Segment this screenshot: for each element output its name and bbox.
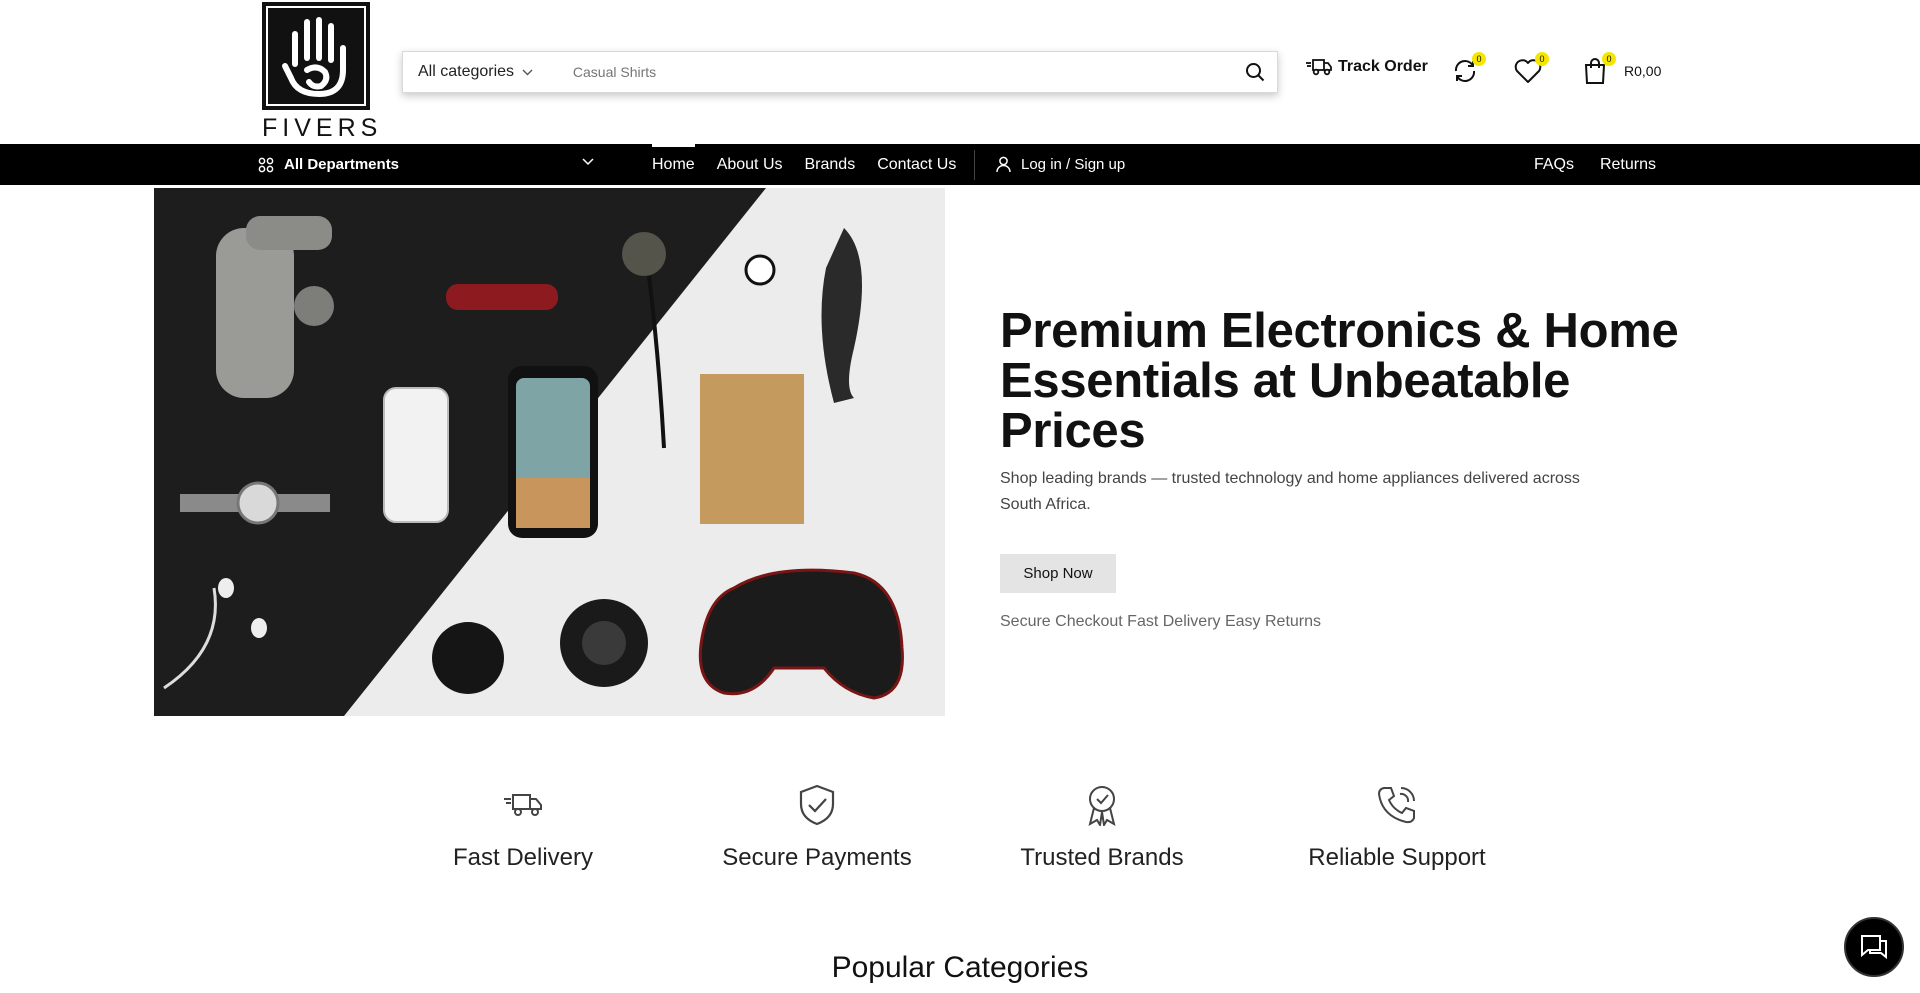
- login-signup-link[interactable]: Log in / Sign up: [996, 144, 1125, 185]
- feature-label: Reliable Support: [1308, 844, 1486, 871]
- cart-count-badge: 0: [1602, 52, 1616, 66]
- wishlist-count-badge: 0: [1535, 52, 1549, 66]
- hero-subtitle: Shop leading brands — trusted technology…: [1000, 470, 1580, 513]
- phone-icon: [1377, 787, 1415, 824]
- chat-icon: [1861, 935, 1887, 960]
- feature-trusted-brands: Trusted Brands: [982, 782, 1222, 872]
- cart-total[interactable]: R0,00: [1624, 63, 1661, 79]
- logo-hand-mark: [262, 2, 370, 110]
- category-select-label: All categories: [418, 63, 515, 80]
- nav-link-contact-us[interactable]: Contact Us: [877, 144, 956, 185]
- track-order-label: Track Order: [1338, 58, 1428, 75]
- award-ribbon-icon: [1088, 786, 1116, 826]
- hero-image: [154, 188, 945, 716]
- nav-link-faqs[interactable]: FAQs: [1534, 156, 1574, 174]
- nav-divider: [974, 150, 975, 180]
- secondary-nav: FAQs Returns: [1508, 144, 1656, 185]
- login-signup-label: Log in / Sign up: [1021, 156, 1126, 173]
- logo-wordmark: FIVERS: [262, 114, 383, 142]
- user-icon: [996, 156, 1011, 173]
- chevron-down-icon: [522, 69, 533, 75]
- search-button[interactable]: [1233, 52, 1277, 92]
- hero-trust-line: Secure Checkout Fast Delivery Easy Retur…: [1000, 613, 1322, 630]
- nav-link-about-us[interactable]: About Us: [717, 144, 783, 185]
- main-nav-bar: All Departments Home About Us Brands Con…: [0, 144, 1920, 185]
- nav-link-returns[interactable]: Returns: [1600, 156, 1656, 174]
- chevron-down-icon: [582, 158, 594, 166]
- cart-button[interactable]: 0: [1580, 52, 1616, 86]
- track-order-link[interactable]: Track Order: [1306, 58, 1428, 76]
- search-bar: All categories: [402, 51, 1278, 93]
- grid-icon: [258, 157, 274, 172]
- nav-link-home[interactable]: Home: [652, 144, 695, 185]
- feature-label: Fast Delivery: [452, 844, 594, 871]
- shop-now-button[interactable]: Shop Now: [1000, 554, 1116, 593]
- feature-secure-payments: Secure Payments: [697, 782, 937, 872]
- chat-widget-button[interactable]: [1844, 917, 1904, 977]
- feature-label: Trusted Brands: [1020, 844, 1184, 871]
- shield-check-icon: [799, 784, 835, 826]
- hero-title: Premium Electronics & Home Essentials at…: [1000, 304, 1679, 458]
- top-header: FIVERS All categories Track Order 0 0 0 …: [0, 0, 1920, 144]
- truck-icon: [1306, 59, 1332, 76]
- feature-reliable-support: Reliable Support: [1277, 782, 1517, 872]
- popular-categories-heading: Popular Categories: [831, 951, 1089, 984]
- category-select[interactable]: All categories: [403, 63, 555, 81]
- feature-fast-delivery: Fast Delivery: [403, 782, 643, 872]
- hero-content: Premium Electronics & Home Essentials at…: [1000, 306, 1680, 631]
- compare-button[interactable]: 0: [1450, 52, 1486, 86]
- all-departments-dropdown[interactable]: All Departments: [258, 144, 594, 185]
- feature-label: Secure Payments: [722, 844, 912, 871]
- all-departments-label: All Departments: [284, 156, 400, 173]
- nav-link-brands[interactable]: Brands: [805, 144, 856, 185]
- site-logo[interactable]: FIVERS: [262, 2, 377, 142]
- compare-count-badge: 0: [1472, 52, 1486, 66]
- primary-nav: Home About Us Brands Contact Us: [652, 144, 978, 185]
- search-icon: [1246, 63, 1265, 82]
- truck-icon: [504, 794, 542, 816]
- wishlist-button[interactable]: 0: [1513, 52, 1549, 86]
- search-input[interactable]: [555, 64, 1233, 80]
